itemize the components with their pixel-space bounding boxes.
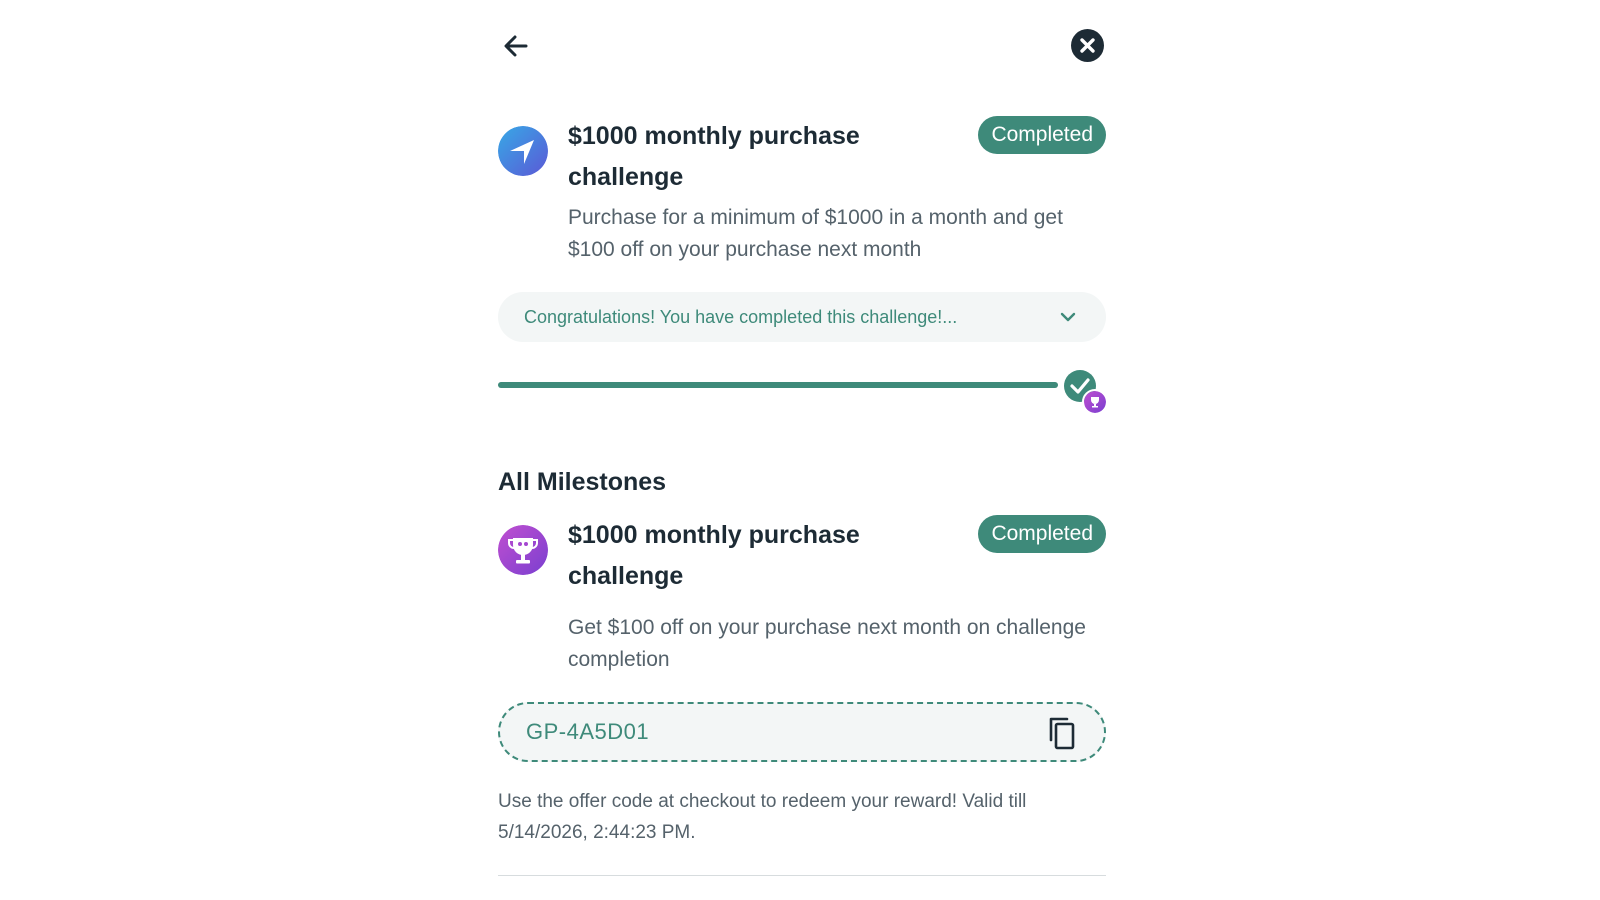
challenge-progress	[498, 370, 1108, 420]
progress-fill	[498, 382, 1058, 388]
milestone-avatar	[498, 525, 548, 575]
close-icon	[1080, 38, 1095, 53]
challenge-avatar	[498, 126, 548, 176]
status-badge: Completed	[978, 116, 1106, 154]
navigation-arrow-icon	[498, 126, 548, 176]
milestone-status-badge: Completed	[978, 515, 1106, 553]
top-bar	[498, 28, 1106, 64]
progress-track	[498, 382, 1058, 388]
trophy-icon	[498, 525, 548, 575]
offer-code-box[interactable]: GP-4A5D01	[498, 702, 1106, 762]
progress-trophy-marker	[1082, 389, 1108, 415]
milestones-heading: All Milestones	[498, 468, 667, 496]
milestone-title: $1000 monthly purchase challenge	[568, 521, 860, 590]
congrats-dropdown[interactable]: Congratulations! You have completed this…	[498, 292, 1106, 342]
challenge-title: $1000 monthly purchase challenge	[568, 122, 860, 191]
milestone-description: Get $100 off on your purchase next month…	[568, 616, 1086, 671]
milestone-card: $1000 monthly purchase challenge Complet…	[498, 515, 1106, 675]
challenge-description: Purchase for a minimum of $1000 in a mon…	[568, 206, 1063, 261]
chevron-down-icon	[1060, 312, 1076, 322]
challenge-detail-panel: $1000 monthly purchase challenge Complet…	[498, 0, 1108, 900]
divider	[498, 875, 1106, 876]
congrats-message: Congratulations! You have completed this…	[524, 307, 958, 327]
trophy-icon	[1084, 391, 1106, 413]
copy-icon	[1049, 717, 1075, 750]
offer-code: GP-4A5D01	[526, 719, 650, 744]
redeem-note: Use the offer code at checkout to redeem…	[498, 791, 1027, 843]
close-button[interactable]	[1071, 29, 1104, 62]
back-button[interactable]	[500, 30, 532, 62]
arrow-left-icon	[504, 35, 528, 57]
challenge-card: $1000 monthly purchase challenge Complet…	[498, 116, 1106, 266]
copy-code-button[interactable]	[1046, 716, 1078, 750]
